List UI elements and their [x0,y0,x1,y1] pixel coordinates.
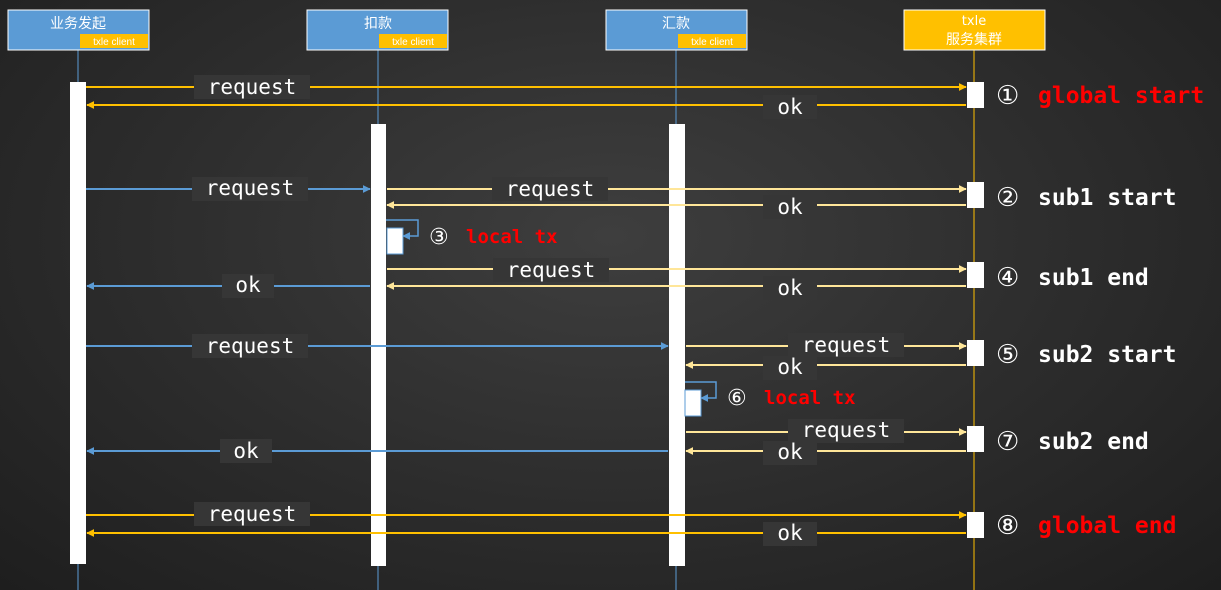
msg-sub2-start-ok-label: ok [777,355,803,379]
msg-sub1-start-ok-label: ok [777,195,803,219]
participant-initiator-tag: txle client [93,37,135,48]
msg-sub1-start-request-label: request [506,177,595,201]
activation-txle-4 [967,262,984,288]
step-5-label: sub2 start [1038,342,1176,368]
step-1-label: global start [1038,83,1204,109]
activation-txle-2 [967,182,984,208]
step-4-label: sub1 end [1038,265,1149,291]
participant-remit: 汇款 txle client [605,9,748,51]
msg-sub2-end-request-label: request [802,418,891,442]
sequence-diagram: 业务发起 txle client 扣款 txle client 汇款 txle … [7,9,1204,590]
msg-global-end-ok-label: ok [777,521,803,545]
step-2-label: sub1 start [1038,185,1176,211]
participant-debit-title: 扣款 [364,16,392,32]
step-7-number: ⑦ [996,427,1019,457]
activation-debit-local [386,227,404,255]
step-6-label: local tx [764,387,856,409]
participant-initiator-title: 业务发起 [50,16,106,32]
participant-remit-title: 汇款 [662,16,690,32]
step-2-number: ② [996,183,1019,213]
participant-txle-title-line1: txle [962,14,986,29]
msg-global-start-request-label: request [208,75,297,99]
msg-sub2-end-ok-label: ok [777,440,803,464]
step-3-number: ③ [429,225,449,250]
activation-txle-8 [967,512,984,538]
step-4-number: ④ [996,263,1019,293]
step-8-number: ⑧ [996,511,1019,541]
msg-sub1-end-request-label: request [507,258,596,282]
activation-remit [669,124,685,566]
activation-remit-local [684,389,702,417]
step-7-label: sub2 end [1038,429,1149,455]
msg-global-start-ok-label: ok [777,95,803,119]
participant-txle-cluster: txle 服务集群 [903,9,1046,51]
msg-remit-to-initiator-ok-label: ok [233,439,259,463]
step-3-label: local tx [466,226,558,248]
msg-sub2-start-request-label: request [802,333,891,357]
step-6-number: ⑥ [727,386,747,411]
participant-debit: 扣款 txle client [306,9,449,51]
activation-txle-5 [967,340,984,366]
participant-remit-tag: txle client [691,37,733,48]
participant-debit-tag: txle client [392,37,434,48]
msg-debit-to-initiator-ok-label: ok [235,273,261,297]
step-5-number: ⑤ [996,340,1019,370]
step-8-label: global end [1038,513,1176,539]
activation-txle-7 [967,426,984,452]
msg-initiator-to-remit-request-label: request [206,334,295,358]
participant-txle-title-line2: 服务集群 [946,31,1002,48]
participant-initiator: 业务发起 txle client [7,9,150,51]
activation-txle-1 [967,82,984,108]
msg-global-end-request-label: request [208,502,297,526]
msg-sub1-end-ok-label: ok [777,276,803,300]
msg-initiator-to-debit-request-label: request [206,176,295,200]
activation-initiator [70,82,86,564]
step-1-number: ① [996,81,1019,111]
